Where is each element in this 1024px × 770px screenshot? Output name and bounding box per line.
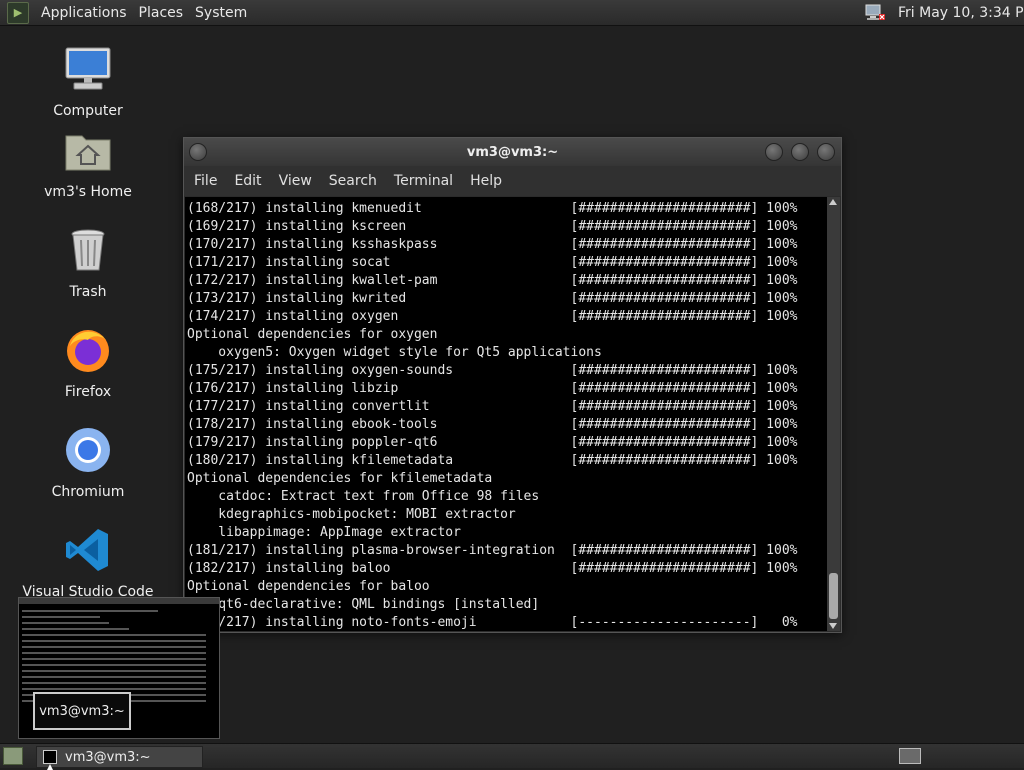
show-desktop-icon[interactable] [3,747,23,765]
terminal-line: oxygen5: Oxygen widget style for Qt5 app… [187,345,602,360]
terminal-line: (172/217) installing kwallet-pam [######… [187,273,798,288]
terminal-output[interactable]: (168/217) installing kmenuedit [########… [185,197,827,631]
menu-terminal[interactable]: Terminal [387,173,460,189]
terminal-line: (170/217) installing ksshaskpass [######… [187,237,798,252]
terminal-line: Optional dependencies for baloo [187,579,430,594]
terminal-line: Optional dependencies for kfilemetadata [187,471,493,486]
desktop-icon-label: Computer [53,103,123,119]
scroll-down-icon[interactable] [829,623,837,629]
maximize-button[interactable] [791,143,809,161]
window-preview-thumbnail[interactable]: vm3@vm3:~ [18,597,220,739]
mouse-cursor-icon [47,764,53,770]
desktop-icon-label: Chromium [51,484,125,500]
terminal-window[interactable]: vm3@vm3:~ File Edit View Search Terminal… [183,137,842,633]
applications-menu[interactable]: Applications [35,5,133,21]
minimize-button[interactable] [765,143,783,161]
computer-icon [65,47,111,90]
menu-help[interactable]: Help [463,173,509,189]
terminal-line: (183/217) installing noto-fonts-emoji [-… [187,615,798,630]
terminal-line: (180/217) installing kfilemetadata [####… [187,453,798,468]
system-menu[interactable]: System [189,5,253,21]
terminal-line: (174/217) installing oxygen [###########… [187,309,798,324]
terminal-line: (169/217) installing kscreen [##########… [187,219,798,234]
menu-view[interactable]: View [272,173,319,189]
home-folder-icon [65,135,111,171]
menu-search[interactable]: Search [322,173,384,189]
terminal-line: (168/217) installing kmenuedit [########… [187,201,798,216]
terminal-lines: (168/217) installing kmenuedit [########… [185,197,827,631]
bottom-panel: vm3@vm3:~ [0,743,1024,768]
terminal-line: Optional dependencies for oxygen [187,327,438,342]
menu-edit[interactable]: Edit [227,173,268,189]
desktop-icon-firefox[interactable]: Firefox [13,326,163,400]
taskbar-terminal-label: vm3@vm3:~ [65,749,151,765]
top-panel-tray: Fri May 10, 3:34 PM [864,0,1024,25]
taskbar-terminal-button[interactable]: vm3@vm3:~ [36,746,203,768]
terminal-title: vm3@vm3:~ [466,144,559,160]
terminal-line: (175/217) installing oxygen-sounds [####… [187,363,798,378]
terminal-line: libappimage: AppImage extractor [187,525,461,540]
desktop-icon-label: Trash [69,284,107,300]
desktop-icon-computer[interactable]: Computer [13,45,163,119]
terminal-line: (181/217) installing plasma-browser-inte… [187,543,798,558]
terminal-line: catdoc: Extract text from Office 98 file… [187,489,540,504]
terminal-line: (177/217) installing convertlit [#######… [187,399,798,414]
terminal-line: (182/217) installing baloo [############… [187,561,798,576]
scroll-thumb[interactable] [829,573,838,619]
thumbnail-label: vm3@vm3:~ [33,692,131,730]
terminal-line: (178/217) installing ebook-tools [######… [187,417,798,432]
network-status-icon[interactable] [864,4,886,22]
menu-file[interactable]: File [187,173,224,189]
terminal-line: (173/217) installing kwrited [##########… [187,291,798,306]
terminal-icon [43,750,57,764]
terminal-line: (179/217) installing poppler-qt6 [######… [187,435,798,450]
terminal-line: (176/217) installing libzip [###########… [187,381,798,396]
desktop-icon-label: vm3's Home [44,184,132,200]
desktop-icon-chromium[interactable]: Chromium [13,426,163,500]
window-menu-icon[interactable] [189,143,207,161]
firefox-icon [67,330,109,372]
desktop-icon-label: Firefox [64,384,112,400]
vscode-icon [66,529,108,571]
close-button[interactable] [817,143,835,161]
clock[interactable]: Fri May 10, 3:34 PM [898,5,1024,21]
terminal-menubar: File Edit View Search Terminal Help [184,166,841,196]
desktop-icon-home[interactable]: vm3's Home [13,126,163,200]
terminal-line: (171/217) installing socat [############… [187,255,798,270]
terminal-line: qt6-declarative: QML bindings [installed… [187,597,540,612]
desktop-icon-trash[interactable]: Trash [13,226,163,300]
terminal-titlebar[interactable]: vm3@vm3:~ [184,138,841,166]
desktop-icon-vscode[interactable]: Visual Studio Code [13,526,163,600]
top-panel: ▶ Applications Places System Fri May 10,… [0,0,1024,26]
trash-icon [71,229,105,271]
terminal-scrollbar[interactable] [827,197,840,631]
chromium-icon [66,428,110,472]
places-menu[interactable]: Places [133,5,190,21]
terminal-line: kdegraphics-mobipocket: MOBI extractor [187,507,516,522]
scroll-up-icon[interactable] [829,199,837,205]
distro-logo-icon[interactable]: ▶ [7,1,29,24]
workspace-switcher[interactable] [899,748,921,764]
